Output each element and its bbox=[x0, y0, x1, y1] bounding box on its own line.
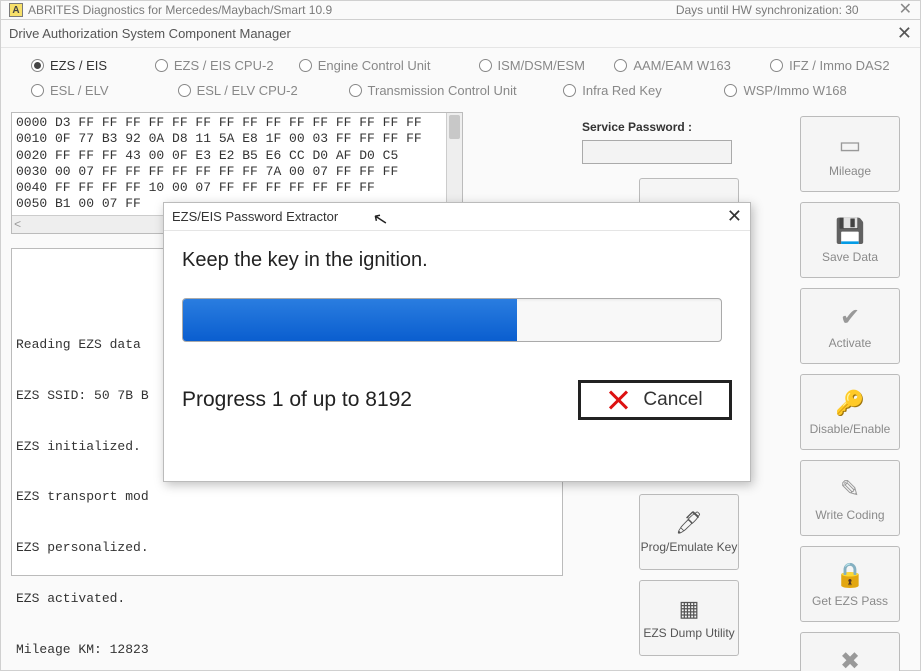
radio-esl-elv[interactable]: ESL / ELV bbox=[31, 83, 158, 98]
radio-ifz-immo-das2[interactable]: IFZ / Immo DAS2 bbox=[770, 58, 890, 73]
get-ezs-pass-button[interactable]: 🔒Get EZS Pass bbox=[800, 546, 900, 622]
password-extractor-dialog: EZS/EIS Password Extractor ✕ Keep the ke… bbox=[163, 202, 751, 482]
radio-engine-control[interactable]: Engine Control Unit bbox=[299, 58, 459, 73]
app-window: A ABRITES Diagnostics for Mercedes/Mayba… bbox=[0, 0, 921, 671]
save-icon: 💾 bbox=[835, 217, 865, 246]
key-icon: 🔑 bbox=[835, 389, 865, 418]
ezs-dump-utility-button[interactable]: ▦ EZS Dump Utility bbox=[639, 580, 739, 656]
gauge-icon: ▭ bbox=[839, 131, 862, 160]
cancel-x-icon bbox=[607, 389, 629, 411]
mileage-button[interactable]: ▭Mileage bbox=[800, 116, 900, 192]
radio-transmission[interactable]: Transmission Control Unit bbox=[349, 83, 544, 98]
radio-ism-dsm-esm[interactable]: ISM/DSM/ESM bbox=[479, 58, 595, 73]
write-coding-button[interactable]: ✎Write Coding bbox=[800, 460, 900, 536]
app-title: ABRITES Diagnostics for Mercedes/Maybach… bbox=[28, 3, 332, 17]
dialog-message: Keep the key in the ignition. bbox=[182, 249, 732, 272]
lock-icon: 🔒 bbox=[835, 561, 865, 590]
dialog-title: EZS/EIS Password Extractor bbox=[172, 209, 338, 224]
component-radios: EZS / EIS EZS / EIS CPU-2 Engine Control… bbox=[1, 48, 920, 112]
sync-status: Days until HW synchronization: 30 bbox=[676, 3, 859, 17]
radio-ezs-eis[interactable]: EZS / EIS bbox=[31, 58, 135, 73]
radio-aam-eam[interactable]: AAM/EAM W163 bbox=[614, 58, 750, 73]
radio-ezs-eis-cpu2[interactable]: EZS / EIS CPU-2 bbox=[155, 58, 279, 73]
disable-enable-button[interactable]: 🔑Disable/Enable bbox=[800, 374, 900, 450]
hex-vertical-scrollbar[interactable] bbox=[446, 113, 462, 215]
check-icon: ✔ bbox=[840, 303, 860, 332]
prog-emulate-key-button[interactable]: 🖊 Prog/Emulate Key bbox=[639, 494, 739, 570]
service-password-input[interactable] bbox=[582, 140, 732, 164]
radio-esl-elv-cpu2[interactable]: ESL / ELV CPU-2 bbox=[178, 83, 329, 98]
close-button[interactable]: ✖Close bbox=[800, 632, 900, 671]
close-icon[interactable]: ✕ bbox=[897, 23, 912, 44]
radio-wsp-immo[interactable]: WSP/Immo W168 bbox=[724, 83, 890, 98]
activate-button[interactable]: ✔Activate bbox=[800, 288, 900, 364]
child-titlebar: Drive Authorization System Component Man… bbox=[1, 20, 920, 48]
hex-content: 0000 D3 FF FF FF FF FF FF FF FF FF FF FF… bbox=[12, 113, 462, 215]
close-icon[interactable]: ✕ bbox=[899, 2, 912, 18]
cancel-button[interactable]: Cancel bbox=[578, 380, 732, 420]
progress-fill bbox=[183, 299, 517, 341]
service-password-label: Service Password : bbox=[582, 120, 766, 134]
save-data-button[interactable]: 💾Save Data bbox=[800, 202, 900, 278]
progress-text: Progress 1 of up to 8192 bbox=[182, 388, 412, 412]
progress-bar bbox=[182, 298, 722, 342]
close-icon[interactable]: ✕ bbox=[727, 206, 742, 227]
app-icon: A bbox=[9, 3, 23, 17]
close-icon: ✖ bbox=[840, 647, 860, 671]
wrench-icon: 🖊 bbox=[675, 510, 703, 536]
pencil-icon: ✎ bbox=[840, 475, 860, 504]
radio-infra-red-key[interactable]: Infra Red Key bbox=[563, 83, 704, 98]
app-titlebar: A ABRITES Diagnostics for Mercedes/Mayba… bbox=[1, 1, 920, 19]
child-title: Drive Authorization System Component Man… bbox=[9, 26, 291, 41]
chip-icon: ▦ bbox=[679, 596, 700, 622]
